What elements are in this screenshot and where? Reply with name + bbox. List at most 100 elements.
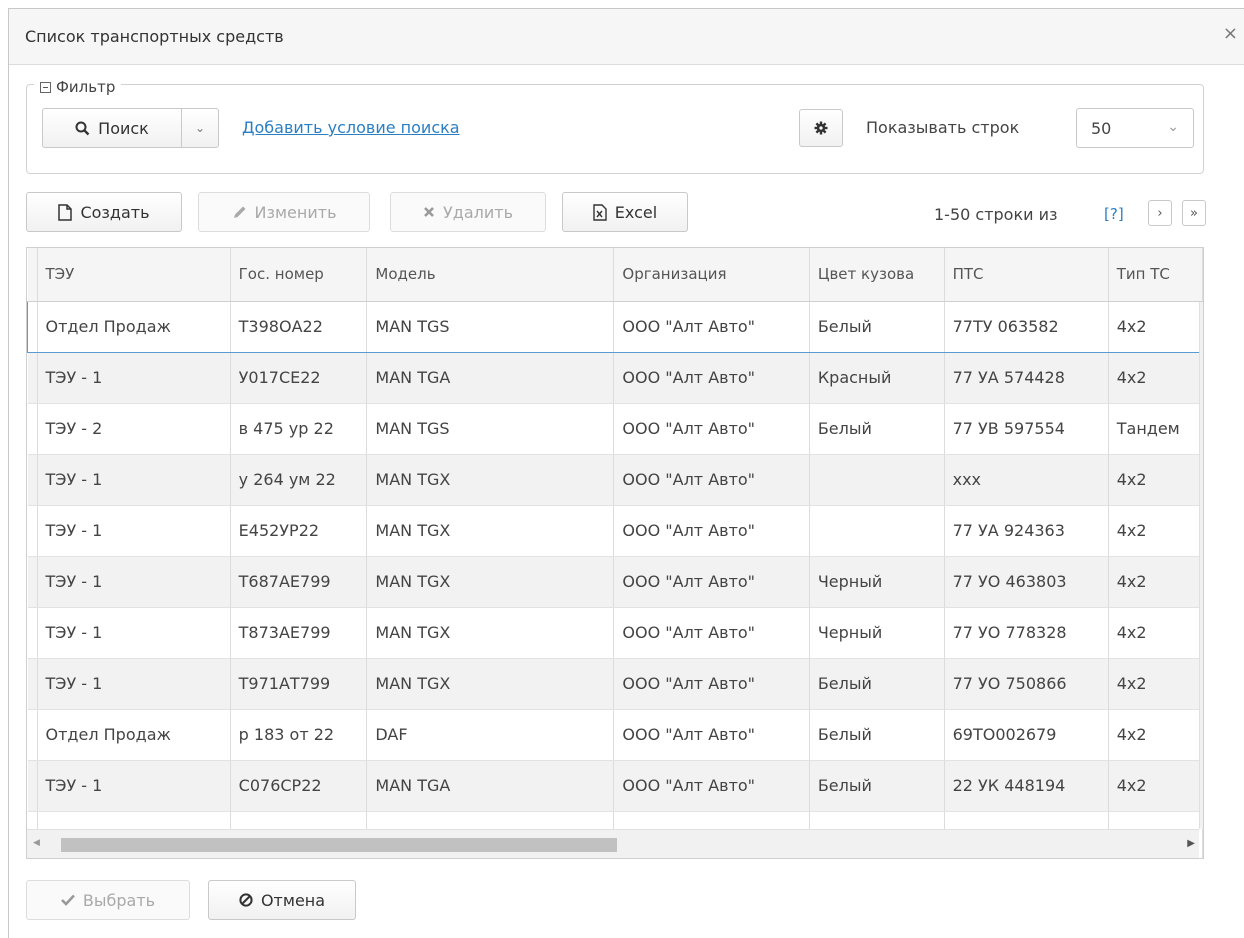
- table-row[interactable]: ТЭУ - 1 Т971АТ799 MAN TGX ООО "Алт Авто" Бел…: [27, 658, 1203, 710]
- cell-vehicle-type[interactable]: 4x2: [1108, 300, 1203, 353]
- cell-model[interactable]: MAN TGX: [366, 658, 615, 710]
- cell-plate[interactable]: в 475 ур 22: [230, 403, 368, 455]
- cell-model[interactable]: DAF: [366, 709, 615, 761]
- row-marker[interactable]: [27, 352, 38, 404]
- cell-organization[interactable]: ООО "Алт Авто": [613, 505, 810, 557]
- table-row[interactable]: ТЭУ - 1 Е452УР22 MAN TGX ООО "Алт Авто" 77 У…: [27, 505, 1203, 557]
- cell-plate[interactable]: р 183 от 22: [230, 709, 368, 761]
- scroll-left-icon[interactable]: ◀: [33, 838, 40, 848]
- cell-organization[interactable]: ООО "Алт Авто": [613, 403, 810, 455]
- row-marker[interactable]: [27, 505, 38, 557]
- cell-teu[interactable]: Отдел Продаж: [37, 300, 231, 353]
- search-button[interactable]: Поиск: [42, 108, 182, 148]
- table-row[interactable]: ТЭУ - 1 У017СЕ22 MAN TGA ООО "Алт Авто" Крас…: [27, 352, 1203, 404]
- cell-color[interactable]: [809, 454, 945, 506]
- cell-color[interactable]: Черный: [809, 607, 945, 659]
- delete-button[interactable]: Удалить: [390, 192, 546, 232]
- cell-organization[interactable]: ООО "Алт Авто": [613, 352, 810, 404]
- cell-pts[interactable]: ххх: [944, 454, 1109, 506]
- cell-organization[interactable]: ООО "Алт Авто": [613, 658, 810, 710]
- cell-organization[interactable]: ООО "Алт Авто": [613, 760, 810, 812]
- cell-vehicle-type[interactable]: Тандем: [1108, 403, 1203, 455]
- cell-teu[interactable]: Отдел Продаж: [37, 709, 231, 761]
- cell-pts[interactable]: 77 УА 924363: [944, 505, 1109, 557]
- settings-button[interactable]: [799, 109, 843, 147]
- vertical-scrollbar[interactable]: ▲ ▼: [1199, 302, 1204, 829]
- cell-model[interactable]: MAN TGA: [366, 352, 615, 404]
- row-marker[interactable]: [27, 454, 38, 506]
- cell-teu[interactable]: ТЭУ - 1: [37, 505, 231, 557]
- cell-color[interactable]: Белый: [809, 403, 945, 455]
- cell-teu[interactable]: ТЭУ - 1: [37, 352, 231, 404]
- cell-color[interactable]: Белый: [809, 300, 945, 353]
- cell-pts[interactable]: 77 УО 778328: [944, 607, 1109, 659]
- cell-pts[interactable]: 77 УО 463803: [944, 556, 1109, 608]
- row-marker[interactable]: [27, 556, 38, 608]
- add-search-condition-link[interactable]: Добавить условие поиска: [242, 118, 460, 137]
- cell-color[interactable]: Белый: [809, 760, 945, 812]
- cell-plate[interactable]: Т873АЕ799: [230, 607, 368, 659]
- row-marker[interactable]: [27, 658, 38, 710]
- table-row[interactable]: Отдел Продаж р 183 от 22 DAF ООО "Алт Авто"…: [27, 709, 1203, 761]
- column-header-pts[interactable]: ПТС: [944, 248, 1109, 302]
- cell-vehicle-type[interactable]: 4x2: [1108, 505, 1203, 557]
- row-marker[interactable]: [27, 709, 38, 761]
- cell-model[interactable]: MAN TGS: [366, 403, 615, 455]
- cell-pts[interactable]: 77ТУ 063582: [944, 300, 1109, 353]
- cell-organization[interactable]: ООО "Алт Авто": [613, 556, 810, 608]
- cell-plate[interactable]: Т398ОА22: [230, 300, 368, 353]
- cell-plate[interactable]: У017СЕ22: [230, 352, 368, 404]
- select-button[interactable]: Выбрать: [26, 880, 190, 920]
- cell-vehicle-type[interactable]: 4x2: [1108, 658, 1203, 710]
- cell-vehicle-type[interactable]: 4x2: [1108, 709, 1203, 761]
- cell-pts[interactable]: 77 УО 750866: [944, 658, 1109, 710]
- cell-vehicle-type[interactable]: 4x2: [1108, 607, 1203, 659]
- cell-organization[interactable]: ООО "Алт Авто": [613, 300, 810, 353]
- cell-plate[interactable]: С076СР22: [230, 760, 368, 812]
- cell-vehicle-type[interactable]: 4x2: [1108, 556, 1203, 608]
- cell-teu[interactable]: ТЭУ - 1: [37, 607, 231, 659]
- cell-color[interactable]: Белый: [809, 709, 945, 761]
- column-header-vehicle-type[interactable]: Тип ТС: [1108, 248, 1203, 302]
- next-page-button[interactable]: ›: [1148, 200, 1172, 226]
- cell-plate[interactable]: Т971АТ799: [230, 658, 368, 710]
- scroll-right-icon[interactable]: ▶: [1187, 838, 1195, 849]
- pager-total-help-link[interactable]: [?]: [1104, 205, 1124, 223]
- table-row[interactable]: ТЭУ - 1у 264 ум 22 MAN TGX ООО "Алт Авто" х…: [27, 454, 1203, 506]
- cell-plate[interactable]: у 264 ум 22: [230, 454, 368, 506]
- table-row[interactable]: ТЭУ - 1 Т687АЕ799 MAN TGX ООО "Алт Авто" Чер…: [27, 556, 1203, 608]
- column-header-organization[interactable]: Организация: [613, 248, 810, 302]
- cell-color[interactable]: Красный: [809, 352, 945, 404]
- cell-vehicle-type[interactable]: 4x2: [1108, 760, 1203, 812]
- table-row[interactable]: ТЭУ - 2в 475 ур 22 MAN TGS ООО "Алт Авто" Б…: [27, 403, 1203, 455]
- cell-teu[interactable]: ТЭУ - 1: [37, 556, 231, 608]
- cell-model[interactable]: MAN TGX: [366, 607, 615, 659]
- table-row[interactable]: ТЭУ - 1 Т873АЕ799 MAN TGX ООО "Алт Авто" Чер…: [27, 607, 1203, 659]
- cell-vehicle-type[interactable]: 4x2: [1108, 352, 1203, 404]
- cell-model[interactable]: MAN TGX: [366, 505, 615, 557]
- cell-plate[interactable]: Т687АЕ799: [230, 556, 368, 608]
- cell-pts[interactable]: 77 УВ 597554: [944, 403, 1109, 455]
- cell-teu[interactable]: ТЭУ - 1: [37, 658, 231, 710]
- scroll-down-icon[interactable]: ▼: [1203, 813, 1204, 826]
- column-header-teu[interactable]: ТЭУ: [37, 248, 231, 302]
- cancel-button[interactable]: Отмена: [208, 880, 356, 920]
- collapse-icon[interactable]: [40, 81, 51, 93]
- cell-organization[interactable]: ООО "Алт Авто": [613, 454, 810, 506]
- search-dropdown-button[interactable]: ⌄: [181, 108, 219, 148]
- cell-pts[interactable]: 69ТО002679: [944, 709, 1109, 761]
- create-button[interactable]: Создать: [26, 192, 182, 232]
- excel-export-button[interactable]: Excel: [562, 192, 688, 232]
- edit-button[interactable]: Изменить: [198, 192, 370, 232]
- cell-color[interactable]: [809, 505, 945, 557]
- column-header-plate[interactable]: Гос. номер: [230, 248, 368, 302]
- table-row[interactable]: Отдел Продаж Т398ОА22 MAN TGS ООО "Алт Авто…: [27, 300, 1203, 353]
- row-marker[interactable]: [27, 760, 38, 812]
- row-marker[interactable]: [27, 300, 38, 353]
- cell-organization[interactable]: ООО "Алт Авто": [613, 607, 810, 659]
- cell-pts[interactable]: 22 УК 448194: [944, 760, 1109, 812]
- column-header-color[interactable]: Цвет кузова: [809, 248, 945, 302]
- cell-teu[interactable]: ТЭУ - 2: [37, 403, 231, 455]
- last-page-button[interactable]: »: [1182, 200, 1206, 226]
- horizontal-scroll-thumb[interactable]: [61, 838, 617, 852]
